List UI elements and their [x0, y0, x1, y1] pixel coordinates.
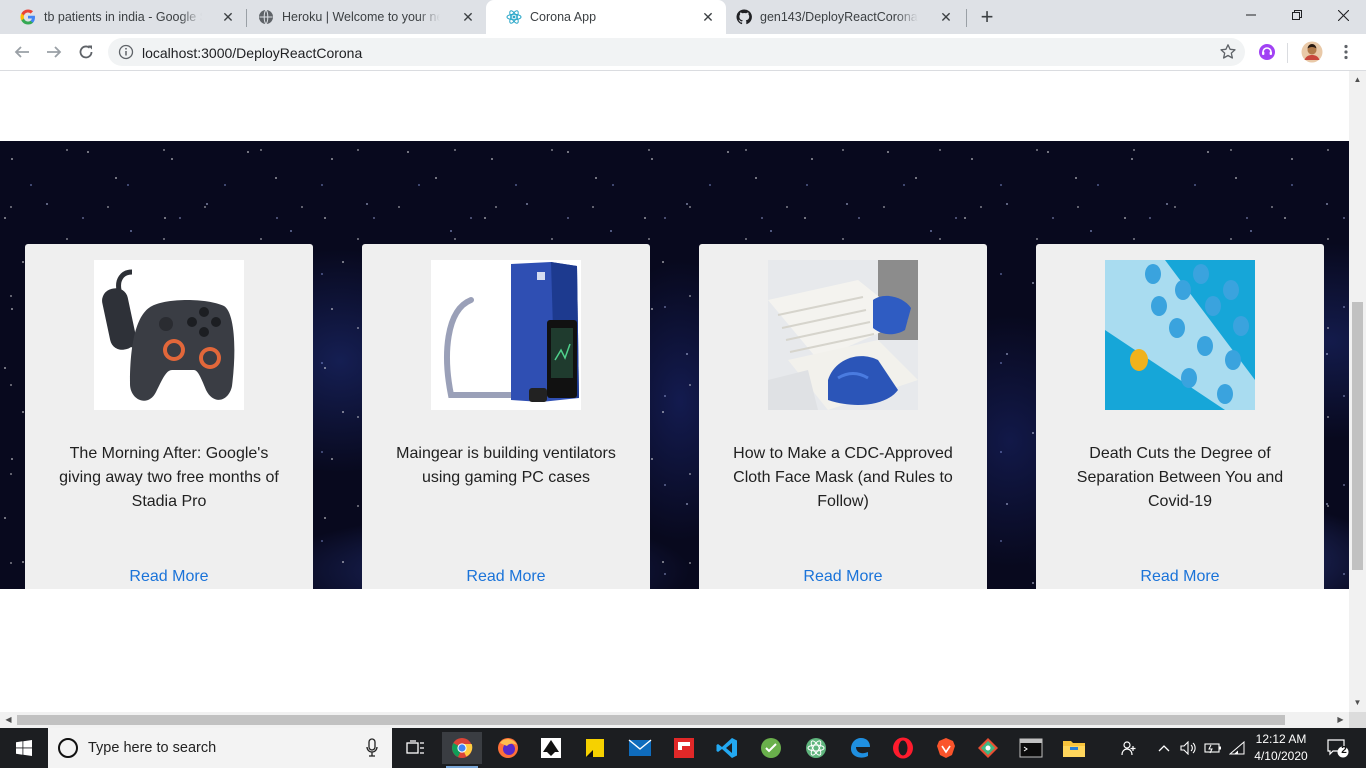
chevron-up-icon[interactable]: [1154, 728, 1174, 768]
tab-corona-app[interactable]: Corona App ✕: [486, 0, 726, 34]
browser-tab-strip: tb patients in india - Google Search ✕ H…: [0, 0, 1366, 34]
flipboard-icon[interactable]: [664, 732, 704, 764]
google-g-icon: [20, 9, 36, 25]
clock-date: 4/10/2020: [1254, 749, 1308, 763]
more-menu-icon[interactable]: [1334, 40, 1358, 64]
restore-icon[interactable]: [1274, 0, 1320, 30]
news-card: The Morning After: Google's giving away …: [25, 244, 313, 589]
tab-title: tb patients in india - Google Search: [44, 10, 202, 24]
info-icon[interactable]: [118, 44, 134, 65]
tab-title: Heroku | Welcome to your new app!: [282, 10, 440, 24]
back-arrow-icon[interactable]: [10, 40, 34, 64]
address-bar[interactable]: localhost:3000/DeployReactCorona: [108, 38, 1245, 66]
scroll-right-arrow-icon[interactable]: ▶: [1336, 715, 1345, 725]
green-app-icon[interactable]: [751, 732, 791, 764]
volume-icon[interactable]: [1178, 728, 1200, 768]
url-text: localhost:3000/DeployReactCorona: [142, 45, 363, 61]
mail-icon[interactable]: [620, 732, 660, 764]
gitkraken-icon[interactable]: [968, 732, 1008, 764]
people-icon[interactable]: [1116, 728, 1142, 768]
battery-icon[interactable]: [1202, 728, 1224, 768]
news-title: Maingear is building ventilators using g…: [396, 445, 616, 486]
news-image-stadia-controller[interactable]: [94, 260, 244, 410]
news-image-blue-pills[interactable]: [1105, 260, 1255, 410]
tab-close-icon[interactable]: ✕: [700, 9, 716, 25]
news-card: Death Cuts the Degree of Separation Betw…: [1036, 244, 1324, 589]
edge-icon[interactable]: [840, 732, 880, 764]
windows-taskbar: Type here to search 12:12 AM 4/10/2020 2: [0, 728, 1366, 768]
tab-title: gen143/DeployReactCorona at master: [760, 10, 918, 24]
sticky-notes-icon[interactable]: [575, 732, 615, 764]
clock-time: 12:12 AM: [1255, 732, 1307, 746]
tab-close-icon[interactable]: ✕: [220, 9, 236, 25]
vertical-scroll-thumb[interactable]: [1352, 302, 1363, 570]
scroll-down-arrow-icon[interactable]: ▼: [1353, 698, 1362, 707]
news-image-face-masks-gloves[interactable]: [768, 260, 918, 410]
reload-icon[interactable]: [74, 40, 98, 64]
notification-center-icon[interactable]: 2: [1318, 728, 1358, 768]
close-window-icon[interactable]: [1320, 0, 1366, 30]
firefox-icon[interactable]: [488, 732, 528, 764]
scroll-up-arrow-icon[interactable]: ▲: [1353, 75, 1362, 84]
taskbar-clock[interactable]: 12:12 AM 4/10/2020: [1248, 731, 1314, 765]
task-view-icon[interactable]: [396, 732, 436, 764]
browser-toolbar: localhost:3000/DeployReactCorona: [0, 34, 1366, 71]
bookmark-star-icon[interactable]: [1219, 43, 1237, 66]
news-card: Maingear is building ventilators using g…: [362, 244, 650, 589]
tab-github[interactable]: gen143/DeployReactCorona at master ✕: [716, 0, 964, 34]
tab-separator: [966, 9, 967, 27]
tab-google-search[interactable]: tb patients in india - Google Search ✕: [0, 0, 246, 34]
tab-title: Corona App: [530, 10, 597, 24]
wifi-icon[interactable]: [1226, 728, 1248, 768]
news-section: The Morning After: Google's giving away …: [0, 141, 1349, 589]
news-title: The Morning After: Google's giving away …: [59, 445, 279, 510]
scroll-left-arrow-icon[interactable]: ◀: [4, 715, 13, 725]
windows-start-icon[interactable]: [0, 728, 48, 768]
taskbar-search-box[interactable]: Type here to search: [48, 728, 392, 768]
tab-heroku[interactable]: Heroku | Welcome to your new app! ✕: [238, 0, 486, 34]
toolbar-divider: [1287, 43, 1288, 63]
terminal-icon[interactable]: [1011, 732, 1051, 764]
tab-close-icon[interactable]: ✕: [460, 9, 476, 25]
globe-icon: [258, 9, 274, 25]
microphone-icon[interactable]: [366, 738, 378, 763]
file-explorer-icon[interactable]: [1054, 732, 1094, 764]
opera-icon[interactable]: [883, 732, 923, 764]
news-card: How to Make a CDC-Approved Cloth Face Ma…: [699, 244, 987, 589]
profile-avatar[interactable]: [1300, 40, 1324, 64]
vertical-scrollbar[interactable]: ▲ ▼: [1349, 71, 1366, 712]
minimize-icon[interactable]: [1228, 0, 1274, 30]
read-more-link[interactable]: Read More: [699, 568, 987, 586]
read-more-link[interactable]: Read More: [25, 568, 313, 586]
horizontal-scroll-thumb[interactable]: [17, 715, 1285, 725]
horizontal-scrollbar[interactable]: ◀ ▶: [0, 712, 1349, 728]
news-title: Death Cuts the Degree of Separation Betw…: [1076, 445, 1284, 510]
github-icon: [736, 9, 752, 25]
news-image-ventilator-pc[interactable]: [431, 260, 581, 410]
new-tab-plus-icon[interactable]: +: [976, 6, 998, 28]
read-more-link[interactable]: Read More: [362, 568, 650, 586]
scrollbar-corner: [1349, 712, 1366, 728]
extension-icon[interactable]: [1255, 40, 1279, 64]
react-icon: [506, 9, 522, 25]
vscode-icon[interactable]: [707, 732, 747, 764]
chrome-icon[interactable]: [442, 732, 482, 768]
notification-count: 2: [1341, 745, 1347, 756]
news-title: How to Make a CDC-Approved Cloth Face Ma…: [733, 445, 953, 510]
atom-icon[interactable]: [796, 732, 836, 764]
page-viewport: The Morning After: Google's giving away …: [0, 71, 1349, 712]
search-placeholder: Type here to search: [88, 740, 217, 756]
inkscape-icon[interactable]: [531, 732, 571, 764]
brave-icon[interactable]: [926, 732, 966, 764]
cortana-icon: [58, 738, 78, 758]
read-more-link[interactable]: Read More: [1036, 568, 1324, 586]
forward-arrow-icon[interactable]: [42, 40, 66, 64]
tab-close-icon[interactable]: ✕: [938, 9, 954, 25]
